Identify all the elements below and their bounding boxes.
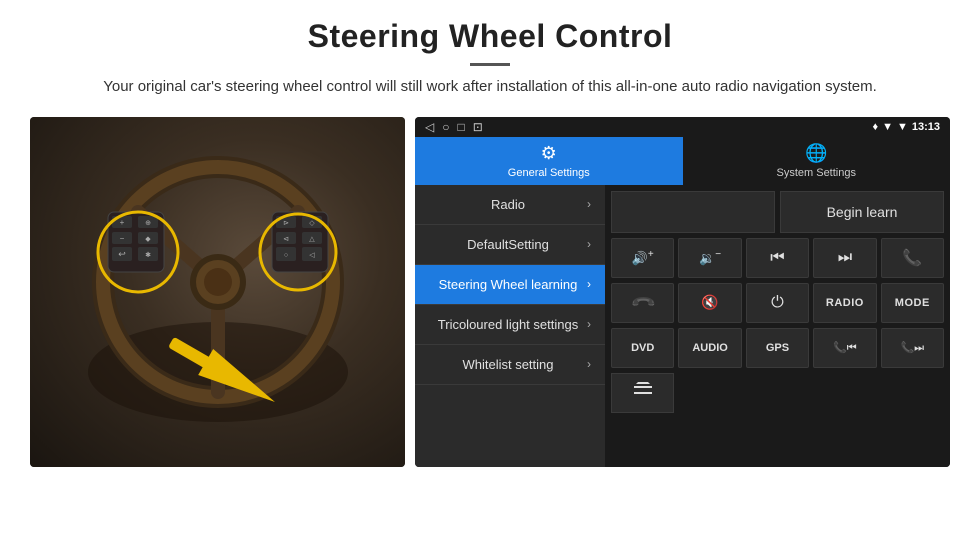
home-icon[interactable]: ○ (442, 120, 449, 134)
menu-list: Radio › DefaultSetting › Steering Wheel … (415, 185, 605, 467)
tel-prev-button[interactable]: 📞⏮ (813, 328, 876, 368)
mute-icon: 🔇 (701, 294, 718, 311)
controls-row-1: 🔊+ 🔉− ⏮ ⏭ 📞 (611, 238, 944, 278)
recent-icon[interactable]: □ (457, 120, 464, 134)
svg-text:⊳: ⊳ (283, 220, 289, 227)
location-icon: ♦ (872, 121, 878, 133)
controls-row-4 (611, 373, 944, 413)
menu-item-steering[interactable]: Steering Wheel learning › (415, 265, 605, 305)
back-icon[interactable]: ◁ (425, 120, 434, 134)
hang-up-icon: 📞 (629, 288, 657, 316)
time-display: 13:13 (912, 121, 940, 133)
audio-label: AUDIO (692, 342, 727, 354)
svg-text:◇: ◇ (309, 220, 315, 227)
header-section: Steering Wheel Control Your original car… (0, 0, 980, 107)
steering-wheel-svg: + − ↩ ⊕ ◆ ✱ (78, 152, 358, 432)
page-wrapper: Steering Wheel Control Your original car… (0, 0, 980, 477)
default-chevron-icon: › (587, 237, 591, 251)
controls-panel: Begin learn 🔊+ 🔉− ⏮ (605, 185, 950, 467)
svg-text:✱: ✱ (145, 251, 151, 259)
page-title: Steering Wheel Control (40, 18, 940, 55)
tel-next-icon: 📞⏭ (900, 341, 924, 355)
dvd-button[interactable]: DVD (611, 328, 674, 368)
menu-item-steering-label: Steering Wheel learning (429, 277, 587, 292)
header-divider (470, 63, 510, 66)
tab-system[interactable]: 🌐 System Settings (683, 137, 951, 185)
begin-learn-button[interactable]: Begin learn (780, 191, 944, 233)
radio-button[interactable]: RADIO (813, 283, 876, 323)
svg-text:↩: ↩ (118, 249, 126, 259)
controls-row-3: DVD AUDIO GPS 📞⏮ 📞⏭ (611, 328, 944, 368)
dvd-label: DVD (631, 342, 654, 354)
prev-track-icon: ⏮ (770, 249, 784, 267)
headunit-main: Radio › DefaultSetting › Steering Wheel … (415, 185, 950, 467)
mode-button[interactable]: MODE (881, 283, 944, 323)
answer-phone-button[interactable]: 📞 (881, 238, 944, 278)
svg-text:○: ○ (283, 252, 287, 259)
signal-icon: ▼ (897, 121, 908, 133)
next-track-icon: ⏭ (838, 249, 852, 267)
svg-text:⊲: ⊲ (283, 236, 289, 243)
cast-icon: ⊡ (473, 120, 483, 134)
tab-general-label: General Settings (508, 167, 590, 179)
next-track-button[interactable]: ⏭ (813, 238, 876, 278)
svg-text:+: + (119, 218, 124, 227)
gps-label: GPS (766, 342, 789, 354)
hang-up-button[interactable]: 📞 (611, 283, 674, 323)
tel-next-button[interactable]: 📞⏭ (881, 328, 944, 368)
begin-learn-empty-cell (611, 191, 775, 233)
menu-item-whitelist[interactable]: Whitelist setting › (415, 345, 605, 385)
radio-chevron-icon: › (587, 197, 591, 211)
phone-icon: 📞 (902, 248, 922, 268)
volume-up-button[interactable]: 🔊+ (611, 238, 674, 278)
tab-system-label: System Settings (777, 167, 856, 179)
mode-label: MODE (895, 297, 930, 309)
headunit-panel: ◁ ○ □ ⊡ ♦ ▼ ▼ 13:13 ⚙ General Settings (415, 117, 950, 467)
content-area: + − ↩ ⊕ ◆ ✱ (0, 107, 980, 477)
status-bar-left: ◁ ○ □ ⊡ (425, 120, 483, 134)
mute-button[interactable]: 🔇 (678, 283, 741, 323)
status-bar: ◁ ○ □ ⊡ ♦ ▼ ▼ 13:13 (415, 117, 950, 137)
status-bar-right: ♦ ▼ ▼ 13:13 (872, 121, 940, 133)
power-button[interactable]: ⏻ (746, 283, 809, 323)
menu-item-radio-label: Radio (429, 197, 587, 212)
controls-row-2: 📞 🔇 ⏻ RADIO MODE (611, 283, 944, 323)
svg-text:◁: ◁ (309, 252, 315, 259)
gps-button[interactable]: GPS (746, 328, 809, 368)
menu-icon-button[interactable] (611, 373, 674, 413)
steering-wheel-bg: + − ↩ ⊕ ◆ ✱ (30, 117, 405, 467)
wifi-icon: ▼ (882, 121, 893, 133)
menu-item-radio[interactable]: Radio › (415, 185, 605, 225)
begin-learn-row: Begin learn (611, 191, 944, 233)
volume-down-icon: 🔉− (699, 249, 721, 266)
prev-track-button[interactable]: ⏮ (746, 238, 809, 278)
steering-wheel-container: + − ↩ ⊕ ◆ ✱ (30, 117, 405, 467)
menu-item-tricolour[interactable]: Tricoloured light settings › (415, 305, 605, 345)
svg-text:−: − (119, 234, 124, 243)
whitelist-chevron-icon: › (587, 357, 591, 371)
svg-text:△: △ (309, 236, 315, 243)
tel-prev-icon: 📞⏮ (833, 341, 857, 355)
svg-text:◆: ◆ (145, 236, 151, 243)
settings-tabs: ⚙ General Settings 🌐 System Settings (415, 137, 950, 185)
menu-icon (631, 378, 655, 407)
svg-text:⊕: ⊕ (145, 220, 151, 227)
system-settings-icon: 🌐 (805, 143, 827, 164)
menu-item-tricolour-label: Tricoloured light settings (429, 317, 587, 332)
begin-learn-label: Begin learn (827, 204, 898, 220)
volume-down-button[interactable]: 🔉− (678, 238, 741, 278)
power-icon: ⏻ (771, 294, 784, 312)
audio-button[interactable]: AUDIO (678, 328, 741, 368)
tricolour-chevron-icon: › (587, 317, 591, 331)
general-settings-icon: ⚙ (541, 143, 557, 164)
volume-up-icon: 🔊+ (632, 249, 654, 266)
menu-item-default[interactable]: DefaultSetting › (415, 225, 605, 265)
header-subtitle: Your original car's steering wheel contr… (40, 76, 940, 99)
menu-item-whitelist-label: Whitelist setting (429, 357, 587, 372)
steering-chevron-icon: › (587, 277, 591, 291)
menu-item-default-label: DefaultSetting (429, 237, 587, 252)
tab-general[interactable]: ⚙ General Settings (415, 137, 683, 185)
radio-label: RADIO (826, 297, 864, 309)
